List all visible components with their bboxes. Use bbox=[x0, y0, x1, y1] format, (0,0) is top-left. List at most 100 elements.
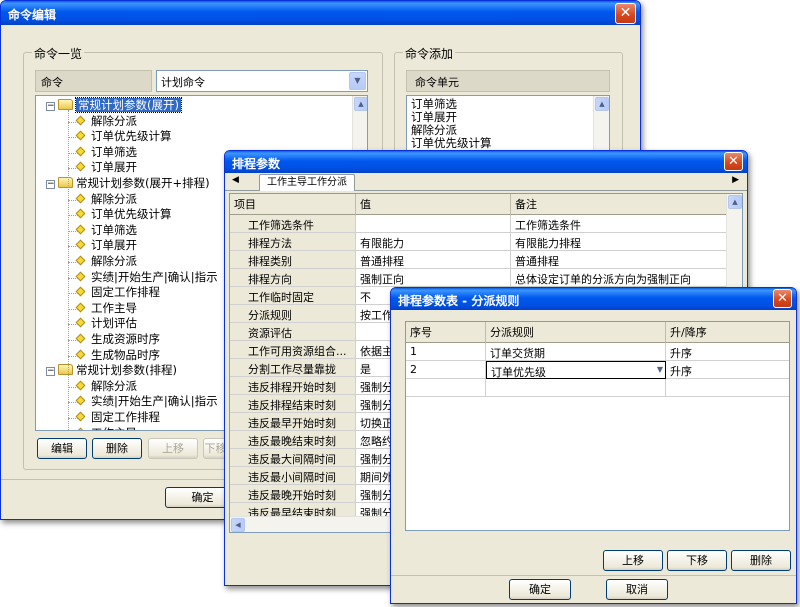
rule-delete-button[interactable]: 删除 bbox=[731, 550, 791, 571]
column-header-rule[interactable]: 分派规则 bbox=[486, 322, 666, 343]
tab-work-dispatch[interactable]: 工作主导工作分派 bbox=[259, 174, 355, 191]
tree-item[interactable]: 解除分派 bbox=[74, 379, 137, 394]
table-cell[interactable] bbox=[666, 379, 789, 397]
rule-up-button[interactable]: 上移 bbox=[603, 550, 663, 571]
rule-grid[interactable]: 序号 分派规则 升/降序 1 订单交货期 升序 2 订单优先级 ▼ 升序 bbox=[405, 321, 790, 531]
collapse-icon[interactable]: − bbox=[46, 102, 55, 111]
tree-item[interactable]: 订单筛选 bbox=[74, 223, 137, 238]
param-name-cell[interactable]: 工作可用资源组合... bbox=[230, 341, 356, 359]
tree-folder[interactable]: − 常规计划参数(展开) bbox=[46, 97, 182, 113]
tree-item[interactable]: 固定工作排程 bbox=[74, 285, 160, 300]
param-value-cell[interactable]: 强制正向 bbox=[356, 269, 511, 287]
tree-item-label: 固定工作排程 bbox=[91, 410, 160, 424]
param-name-cell[interactable]: 分割工作尽量靠拢 bbox=[230, 359, 356, 377]
tree-item[interactable]: 订单展开 bbox=[74, 160, 137, 175]
tree-item[interactable]: 工作主导 bbox=[74, 426, 137, 430]
param-name-cell[interactable]: 违反最晚开始时刻 bbox=[230, 485, 356, 503]
command-select[interactable]: 计划命令 ▼ bbox=[156, 70, 368, 92]
tree-item-label: 工作主导 bbox=[91, 300, 137, 315]
command-node-icon bbox=[75, 255, 86, 266]
tree-item[interactable]: 解除分派 bbox=[74, 192, 137, 207]
column-header-order[interactable]: 升/降序 bbox=[666, 322, 789, 343]
move-up-button[interactable]: 上移 bbox=[148, 438, 198, 459]
column-header-note[interactable]: 备注 bbox=[511, 194, 736, 215]
chevron-down-icon[interactable]: ▼ bbox=[657, 365, 663, 374]
param-name-cell[interactable]: 排程方向 bbox=[230, 269, 356, 287]
param-name-cell[interactable]: 资源评估 bbox=[230, 323, 356, 341]
param-name-cell[interactable]: 违反最晚结束时刻 bbox=[230, 431, 356, 449]
tree-folder[interactable]: − 常规计划参数(排程) bbox=[46, 363, 177, 378]
tree-item[interactable]: 订单优先级计算 bbox=[74, 129, 172, 144]
column-header-seq[interactable]: 序号 bbox=[406, 322, 486, 343]
param-note-cell[interactable]: 工作筛选条件 bbox=[511, 215, 736, 233]
param-value-cell[interactable] bbox=[356, 215, 511, 233]
close-icon[interactable]: ✕ bbox=[615, 3, 636, 24]
tree-item[interactable]: 实绩|开始生产|确认|指示 bbox=[74, 394, 218, 409]
tree-item[interactable]: 生成资源时序 bbox=[74, 332, 160, 347]
table-cell[interactable] bbox=[406, 379, 486, 397]
tree-item-label: 解除分派 bbox=[91, 113, 137, 128]
param-name-cell[interactable]: 违反最大间隔时间 bbox=[230, 449, 356, 467]
tree-item[interactable]: 订单展开 bbox=[74, 238, 137, 253]
tree-item[interactable]: 固定工作排程 bbox=[74, 410, 160, 425]
param-name-cell[interactable]: 违反最小间隔时间 bbox=[230, 467, 356, 485]
table-cell[interactable] bbox=[486, 379, 666, 397]
tree-item[interactable]: 解除分派 bbox=[74, 114, 137, 129]
param-name-cell[interactable]: 违反最早开始时刻 bbox=[230, 413, 356, 431]
rule-down-button[interactable]: 下移 bbox=[667, 550, 727, 571]
folder-open-icon bbox=[58, 177, 73, 188]
chevron-down-icon[interactable]: ▼ bbox=[349, 72, 366, 90]
dispatch-rule-titlebar[interactable]: 排程参数表 - 分派规则 ✕ bbox=[391, 288, 796, 310]
schedule-params-titlebar[interactable]: 排程参数 ✕ bbox=[225, 151, 747, 173]
param-name-cell[interactable]: 工作筛选条件 bbox=[230, 215, 356, 233]
tree-item[interactable]: 订单优先级计算 bbox=[74, 207, 172, 222]
param-note-cell[interactable]: 有限能力排程 bbox=[511, 233, 736, 251]
table-cell[interactable]: 1 bbox=[406, 343, 486, 361]
tree-item[interactable]: 计划评估 bbox=[74, 316, 137, 331]
table-cell[interactable]: 升序 bbox=[666, 343, 789, 361]
tree-item-label: 生成资源时序 bbox=[91, 332, 160, 346]
table-cell[interactable]: 2 bbox=[406, 361, 486, 379]
tree-item[interactable]: 实绩|开始生产|确认|指示 bbox=[74, 270, 218, 285]
param-value-cell[interactable]: 有限能力 bbox=[356, 233, 511, 251]
collapse-icon[interactable]: − bbox=[46, 180, 55, 189]
param-name-cell[interactable]: 工作临时固定 bbox=[230, 287, 356, 305]
command-node-icon bbox=[75, 193, 86, 204]
close-icon[interactable]: ✕ bbox=[773, 289, 792, 308]
tab-scroll-left-icon[interactable]: ◀ bbox=[232, 175, 239, 185]
list-item[interactable]: 订单优先级计算 bbox=[411, 137, 605, 150]
param-name-cell[interactable]: 分派规则 bbox=[230, 305, 356, 323]
column-header-item[interactable]: 项目 bbox=[230, 194, 356, 215]
command-edit-titlebar[interactable]: 命令编辑 ✕ bbox=[1, 1, 640, 25]
collapse-icon[interactable]: − bbox=[46, 367, 55, 377]
param-note-cell[interactable]: 普通排程 bbox=[511, 251, 736, 269]
scroll-up-icon[interactable]: ▲ bbox=[728, 195, 742, 209]
column-header-value[interactable]: 值 bbox=[356, 194, 511, 215]
tree-folder[interactable]: − 常规计划参数(展开+排程) bbox=[46, 176, 210, 191]
table-cell[interactable]: 升序 bbox=[666, 361, 789, 379]
tree-item[interactable]: 工作主导 bbox=[74, 301, 137, 316]
tab-scroll-right-icon[interactable]: ▶ bbox=[732, 175, 739, 185]
param-name-cell[interactable]: 违反排程开始时刻 bbox=[230, 377, 356, 395]
param-name-cell[interactable]: 排程类别 bbox=[230, 251, 356, 269]
tree-item[interactable]: 解除分派 bbox=[74, 254, 137, 269]
rule-table: 序号 分派规则 升/降序 1 订单交货期 升序 2 订单优先级 ▼ 升序 bbox=[406, 322, 789, 397]
param-name-cell[interactable]: 违反排程结束时刻 bbox=[230, 395, 356, 413]
scroll-up-icon[interactable]: ▲ bbox=[354, 97, 367, 111]
scroll-left-icon[interactable]: ◀ bbox=[231, 518, 245, 532]
scroll-up-icon[interactable]: ▲ bbox=[595, 97, 609, 111]
param-note-cell[interactable]: 总体设定订单的分派方向为强制正向 bbox=[511, 269, 736, 287]
param-name-cell[interactable]: 排程方法 bbox=[230, 233, 356, 251]
tree-item-label: 解除分派 bbox=[91, 191, 137, 206]
param-value-cell[interactable]: 普通排程 bbox=[356, 251, 511, 269]
close-icon[interactable]: ✕ bbox=[724, 152, 743, 171]
delete-button[interactable]: 删除 bbox=[92, 438, 142, 459]
rule-dropdown[interactable]: 订单优先级 ▼ bbox=[486, 361, 666, 379]
command-node-icon bbox=[75, 208, 86, 219]
tree-item[interactable]: 订单筛选 bbox=[74, 145, 137, 160]
table-cell[interactable]: 订单交货期 bbox=[486, 343, 666, 361]
rule-cancel-button[interactable]: 取消 bbox=[606, 579, 668, 600]
rule-ok-button[interactable]: 确定 bbox=[509, 579, 571, 600]
edit-button[interactable]: 编辑 bbox=[37, 438, 87, 459]
tree-item[interactable]: 生成物品时序 bbox=[74, 348, 160, 363]
